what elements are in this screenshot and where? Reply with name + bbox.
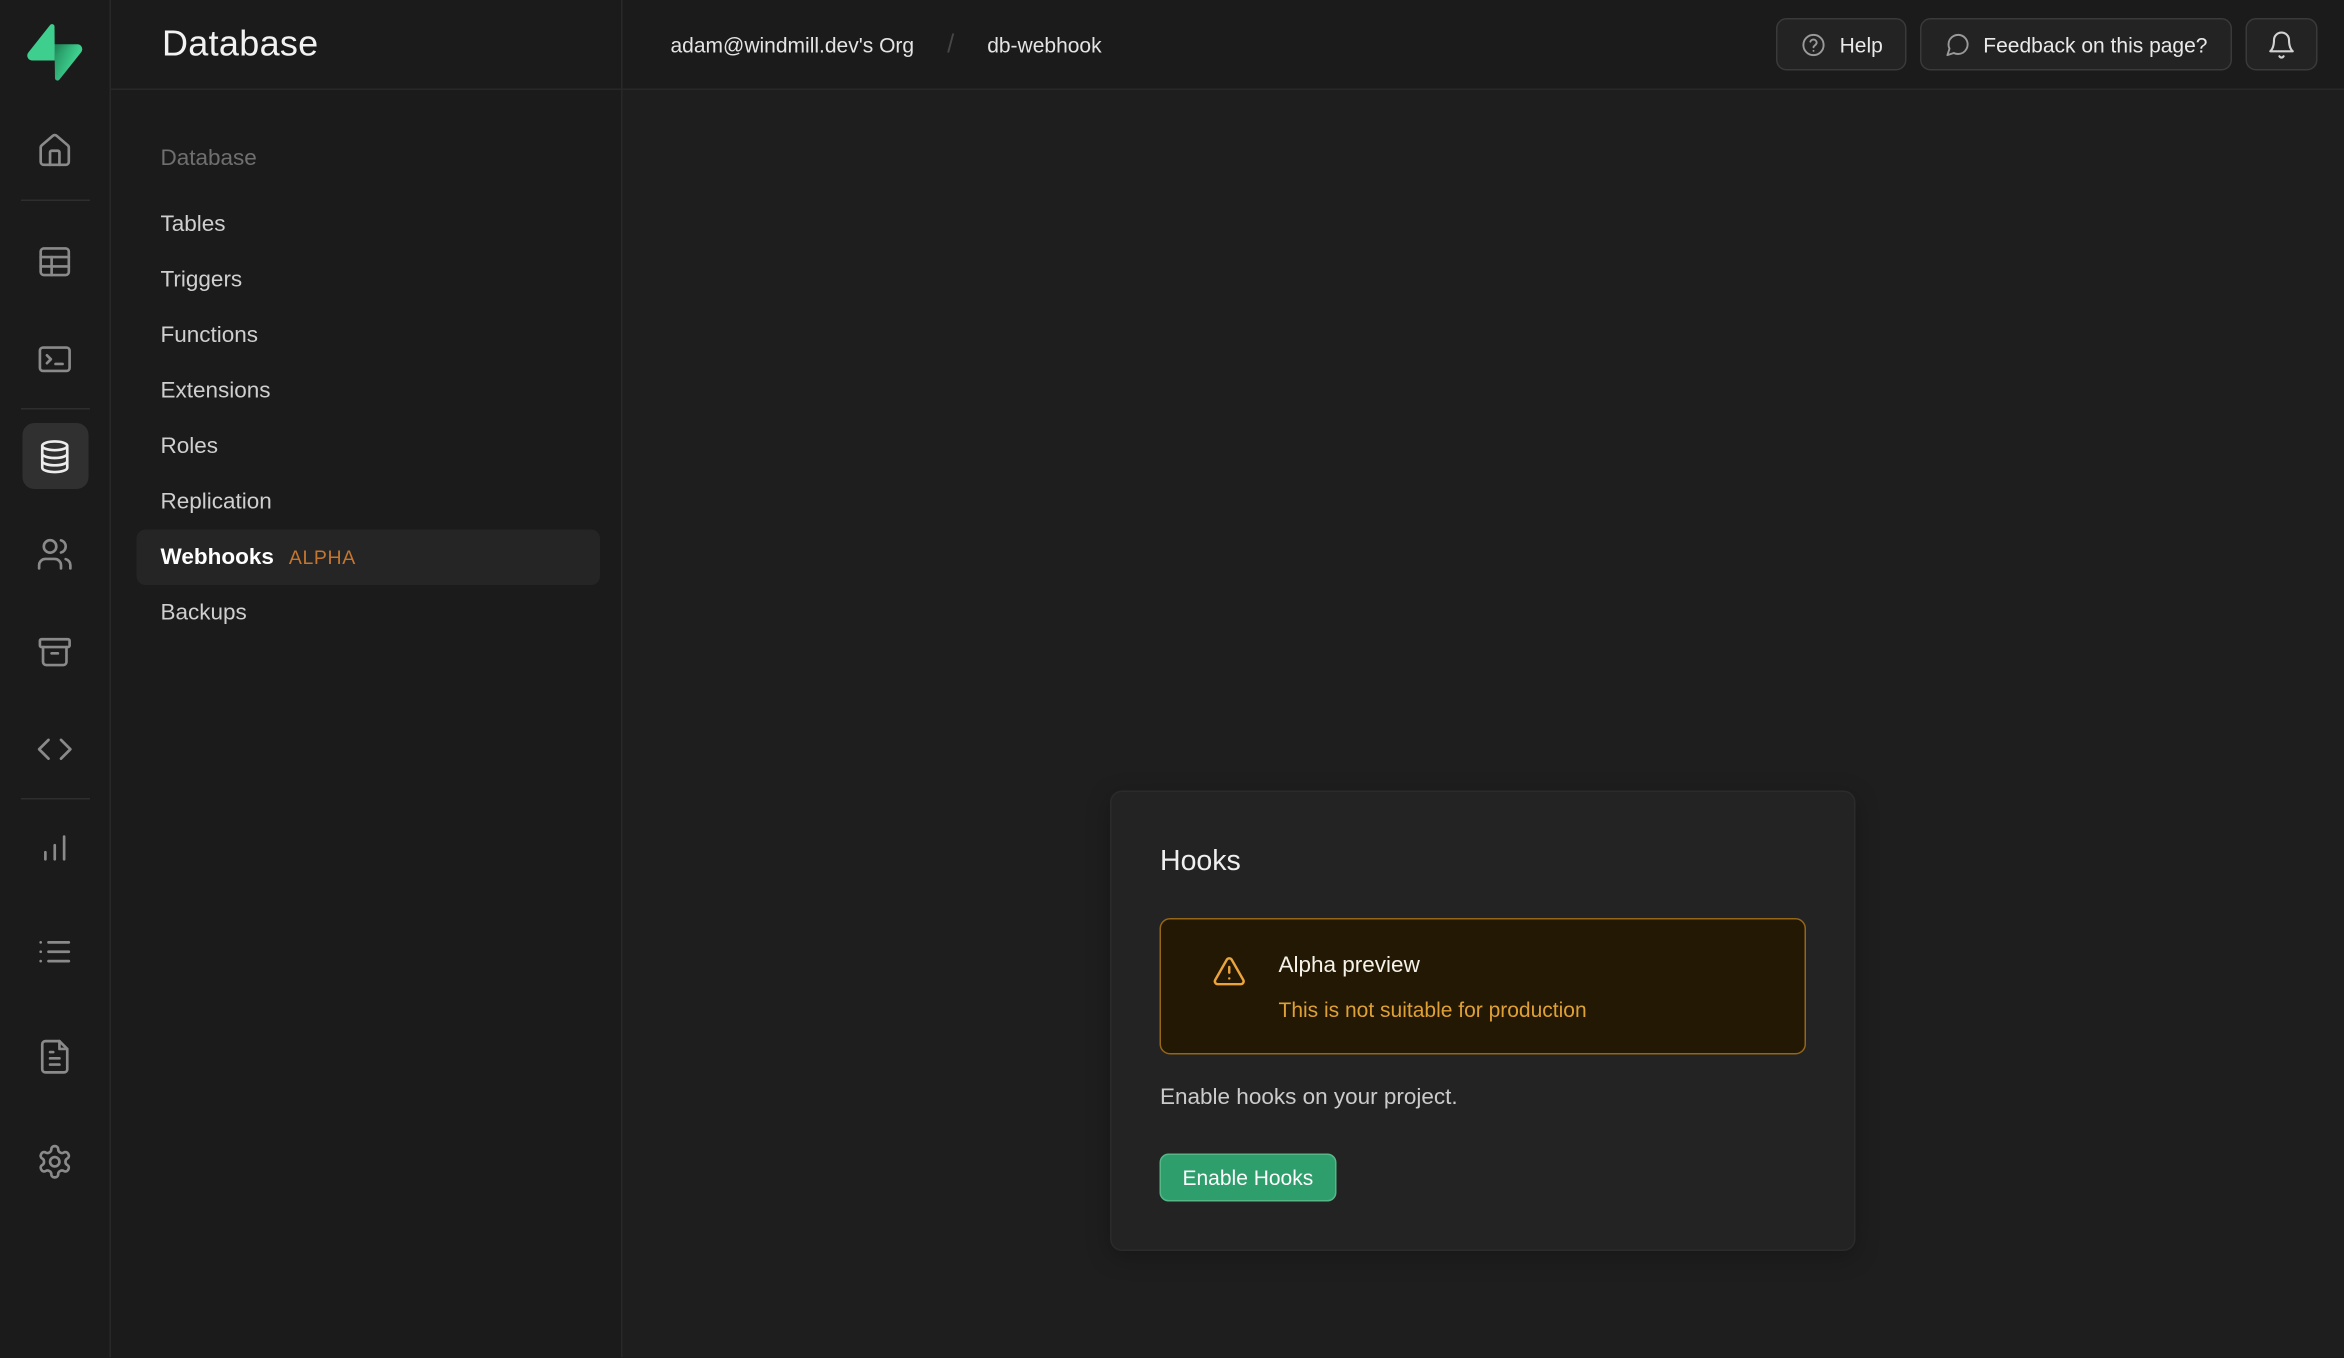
sidebar-item-label: Functions xyxy=(161,323,259,349)
sidebar-item-backups[interactable]: Backups xyxy=(137,585,601,641)
alert-title: Alpha preview xyxy=(1278,951,1586,981)
warning-triangle-icon xyxy=(1212,954,1247,989)
feedback-button-label: Feedback on this page? xyxy=(1983,32,2207,56)
content-column: adam@windmill.dev's Org / db-webhook Hel… xyxy=(623,0,2344,1358)
alpha-preview-alert: Alpha preview This is not suitable for p… xyxy=(1160,918,1807,1055)
breadcrumb-project[interactable]: db-webhook xyxy=(987,32,1101,56)
sidebar-item-functions[interactable]: Functions xyxy=(137,308,601,364)
help-button-label: Help xyxy=(1840,32,1883,56)
rail-divider xyxy=(20,408,89,410)
project-settings-icon[interactable] xyxy=(22,1128,88,1194)
main-content: Hooks Alpha preview This is not suitable… xyxy=(623,90,2344,1358)
sidebar-item-label: Backups xyxy=(161,600,247,626)
sidebar-nav: Database Tables Triggers Functions Exten… xyxy=(111,90,621,641)
message-circle-icon xyxy=(1944,31,1971,58)
api-docs-icon[interactable] xyxy=(22,1023,88,1089)
top-bar: adam@windmill.dev's Org / db-webhook Hel… xyxy=(623,0,2344,90)
sidebar-item-tables[interactable]: Tables xyxy=(137,197,601,253)
logs-icon[interactable] xyxy=(22,918,88,984)
breadcrumb-org[interactable]: adam@windmill.dev's Org xyxy=(671,32,915,56)
sidebar-item-extensions[interactable]: Extensions xyxy=(137,363,601,419)
rail-divider xyxy=(20,200,89,202)
supabase-logo-icon xyxy=(27,24,83,81)
alpha-badge: ALPHA xyxy=(289,546,356,569)
edge-functions-icon[interactable] xyxy=(22,716,88,782)
reports-icon[interactable] xyxy=(22,813,88,879)
breadcrumb-separator: / xyxy=(947,29,954,59)
sidebar-item-label: Tables xyxy=(161,212,226,238)
notifications-button[interactable] xyxy=(2245,18,2317,71)
sidebar-item-roles[interactable]: Roles xyxy=(137,419,601,475)
sql-editor-icon[interactable] xyxy=(22,326,88,392)
sidebar: Database Database Tables Triggers Functi… xyxy=(111,0,623,1358)
bell-icon xyxy=(2266,29,2296,59)
sidebar-header: Database xyxy=(111,0,621,90)
alert-text: Alpha preview This is not suitable for p… xyxy=(1278,951,1586,1023)
enable-hooks-button[interactable]: Enable Hooks xyxy=(1160,1154,1336,1202)
sidebar-item-label: Roles xyxy=(161,434,219,460)
help-circle-icon xyxy=(1801,31,1828,58)
topbar-actions: Help Feedback on this page? xyxy=(1777,18,2317,71)
hooks-card: Hooks Alpha preview This is not suitable… xyxy=(1110,791,1856,1252)
sidebar-section-label: Database xyxy=(161,146,622,176)
sidebar-item-label: Extensions xyxy=(161,378,271,404)
sidebar-item-label: Webhooks xyxy=(161,545,274,571)
sidebar-item-label: Replication xyxy=(161,489,272,515)
hooks-card-description: Enable hooks on your project. xyxy=(1160,1082,1807,1115)
supabase-logo[interactable] xyxy=(26,24,83,81)
help-button[interactable]: Help xyxy=(1777,18,1907,71)
authentication-icon[interactable] xyxy=(22,521,88,587)
storage-icon[interactable] xyxy=(22,618,88,684)
alert-description: This is not suitable for production xyxy=(1278,996,1586,1023)
database-icon[interactable] xyxy=(22,423,88,489)
home-icon[interactable] xyxy=(22,117,88,183)
app-window: Database Database Tables Triggers Functi… xyxy=(0,0,2344,1358)
page-title: Database xyxy=(162,23,319,65)
sidebar-item-label: Triggers xyxy=(161,267,243,293)
sidebar-item-replication[interactable]: Replication xyxy=(137,474,601,530)
sidebar-item-webhooks[interactable]: Webhooks ALPHA xyxy=(137,530,601,586)
icon-rail xyxy=(0,0,111,1358)
breadcrumb: adam@windmill.dev's Org / db-webhook xyxy=(671,29,1102,59)
rail-divider xyxy=(20,798,89,800)
feedback-button[interactable]: Feedback on this page? xyxy=(1920,18,2231,71)
hooks-card-title: Hooks xyxy=(1160,846,1807,879)
sidebar-item-triggers[interactable]: Triggers xyxy=(137,252,601,308)
table-editor-icon[interactable] xyxy=(22,228,88,294)
